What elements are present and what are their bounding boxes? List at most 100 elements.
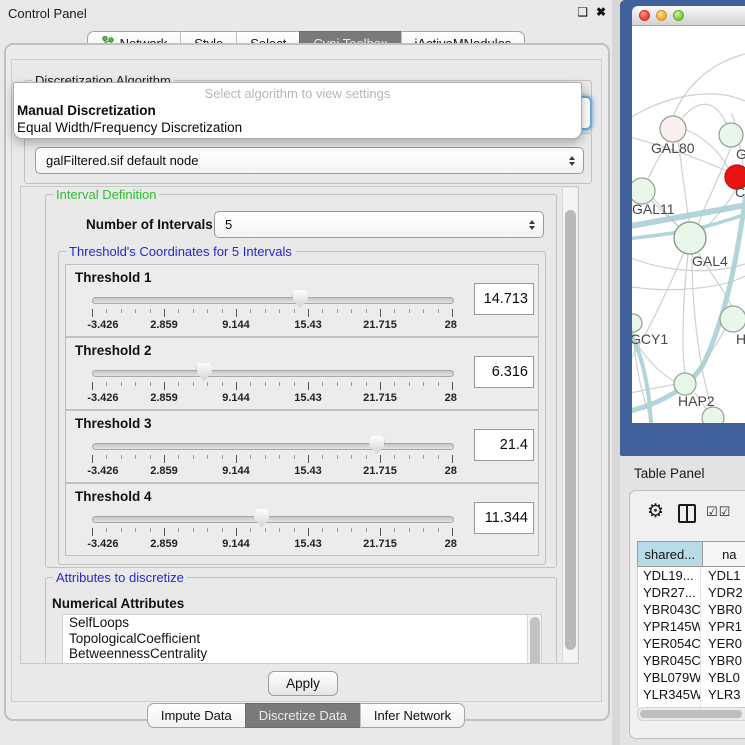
cell-shared-name: YER054C <box>638 636 701 651</box>
threshold-4-slider[interactable]: -3.4262.8599.14415.4321.71528 <box>92 508 452 552</box>
control-panel-title: Control Panel <box>8 6 87 21</box>
column-header-1[interactable]: shared... <box>637 541 703 567</box>
node-GAL4[interactable] <box>674 222 706 254</box>
attributes-group: Attributes to discretize Numerical Attri… <box>45 577 557 664</box>
window-zoom-light-icon[interactable] <box>673 10 684 21</box>
slider-ticks <box>92 453 452 462</box>
table-row[interactable]: YDR27...YDR2 <box>638 584 745 601</box>
attribute-item-topologicalcoefficient[interactable]: TopologicalCoefficient <box>63 631 541 647</box>
table-data-combo[interactable]: galFiltered.sif default node <box>35 147 584 174</box>
cell-name: YER0 <box>701 636 745 651</box>
attribute-item-selfloops[interactable]: SelfLoops <box>63 615 541 631</box>
node-label-GAL80: GAL80 <box>651 140 695 156</box>
window-close-light-icon[interactable] <box>639 10 650 21</box>
algorithm-option-manual-discretization[interactable]: Manual Discretization <box>17 103 156 118</box>
threshold-1-label: Threshold 1 <box>75 270 152 285</box>
thresholds-group-label: Threshold's Coordinates for 5 Intervals <box>66 244 295 259</box>
window-minimize-light-icon[interactable] <box>656 10 667 21</box>
gear-icon[interactable]: ⚙ <box>647 500 664 523</box>
interval-definition-group: Interval Definition Number of Intervals … <box>45 194 557 568</box>
cell-name: YPR1 <box>701 619 745 634</box>
slider-track[interactable] <box>92 443 454 450</box>
settings-vertical-scrollbar[interactable] <box>562 188 577 662</box>
slider-thumb[interactable] <box>369 436 384 454</box>
network-view-window: GAL80GACGAL11GAL4GCY1HHAP2 <box>620 0 745 456</box>
interval-definition-label: Interval Definition <box>53 187 159 202</box>
threshold-3-panel: Threshold 3 -3.4262.8599.14415.4321.71528… <box>65 410 539 483</box>
node-bottom-partial-node[interactable] <box>702 407 724 423</box>
cell-name: YBR0 <box>701 653 745 668</box>
settings-scrollpane: Interval Definition Number of Intervals … <box>20 186 579 664</box>
node-table-rows: YDL19...YDL1YDR27...YDR2YBR043CYBR0YPR14… <box>637 567 745 707</box>
number-of-intervals-value: 5 <box>225 217 232 232</box>
screenshot-stage: Control Panel ❑ ✖ NetworkStyleSelectCyni… <box>0 0 745 745</box>
apply-button[interactable]: Apply <box>268 671 338 696</box>
node-label-GCY1: GCY1 <box>632 331 668 347</box>
attribute-item-betweennesscentrality[interactable]: BetweennessCentrality <box>63 646 541 662</box>
table-row[interactable]: YPR145WYPR1 <box>638 618 745 635</box>
node-right-mid-node[interactable] <box>720 306 745 332</box>
tab-infer-network[interactable]: Infer Network <box>360 703 465 728</box>
table-row[interactable]: YER054CYER0 <box>638 635 745 652</box>
threshold-1-value[interactable]: 14.713 <box>474 283 534 315</box>
slider-track[interactable] <box>92 297 454 304</box>
table-row[interactable]: YDL19...YDL1 <box>638 567 745 584</box>
column-header-2[interactable]: na <box>703 541 745 567</box>
network-canvas[interactable]: GAL80GACGAL11GAL4GCY1HHAP2 <box>632 26 745 423</box>
network-nodes: GAL80GACGAL11GAL4GCY1HHAP2 <box>632 116 745 423</box>
node-GCY1[interactable] <box>632 314 642 332</box>
cell-shared-name: YBR043C <box>638 602 701 617</box>
threshold-2-value[interactable]: 6.316 <box>474 356 534 388</box>
checkbox-filter-icons[interactable]: ☑☑ <box>706 505 731 520</box>
node-GAL80[interactable] <box>660 116 686 142</box>
threshold-4-panel: Threshold 4-3.4262.8599.14415.4321.71528… <box>65 483 539 556</box>
algorithm-option-equal-width-frequency-discretization[interactable]: Equal Width/Frequency Discretization <box>17 120 242 135</box>
control-panel-titlebar: Control Panel ❑ ✖ <box>0 0 612 28</box>
threshold-1-panel: Threshold 1 -3.4262.8599.14415.4321.71528… <box>65 264 539 337</box>
table-row[interactable]: YBL079WYBL0 <box>638 669 745 686</box>
threshold-3-slider[interactable]: -3.4262.8599.14415.4321.71528 <box>92 435 452 479</box>
table-horizontal-scrollbar[interactable] <box>637 707 745 721</box>
threshold-2-slider[interactable]: -3.4262.8599.14415.4321.71528 <box>92 362 452 406</box>
split-table-icon[interactable] <box>678 504 696 523</box>
thresholds-group: Threshold's Coordinates for 5 Intervals … <box>58 251 546 565</box>
tab-discretize-data[interactable]: Discretize Data <box>245 703 360 728</box>
node-label-node-top-right: GA <box>736 146 745 162</box>
table-row[interactable]: YBR045CYBR0 <box>638 652 745 669</box>
cell-shared-name: YBR045C <box>638 653 701 668</box>
node-HAP2[interactable] <box>674 373 696 395</box>
table-scrollbar-thumb[interactable] <box>640 710 742 718</box>
slider-tick-labels: -3.4262.8599.14415.4321.71528 <box>92 465 452 477</box>
slider-thumb[interactable] <box>293 290 308 308</box>
cell-shared-name: YDR27... <box>638 585 701 600</box>
slider-track[interactable] <box>92 516 454 523</box>
cell-name: YBR0 <box>701 602 745 617</box>
number-of-intervals-combo[interactable]: 5 <box>214 211 544 238</box>
threshold-3-value[interactable]: 21.4 <box>474 429 534 461</box>
tab-label: Impute Data <box>161 708 232 723</box>
threshold-3-label: Threshold 3 <box>75 416 152 431</box>
attributes-list-scrollbar[interactable] <box>527 615 541 664</box>
float-window-icon[interactable]: ❑ <box>577 5 588 19</box>
tab-label: Infer Network <box>374 708 451 723</box>
slider-track[interactable] <box>92 370 454 377</box>
threshold-4-value[interactable]: 11.344 <box>474 502 534 534</box>
slider-thumb[interactable] <box>197 363 212 381</box>
cell-shared-name: YBL079W <box>638 670 701 685</box>
table-subwindow: ⚙ ☑☑ shared...na YDL19...YDL1YDR27...YDR… <box>629 490 745 739</box>
table-row[interactable]: YBR043CYBR0 <box>638 601 745 618</box>
tab-impute-data[interactable]: Impute Data <box>147 703 245 728</box>
node-node-top-right[interactable] <box>719 123 743 147</box>
bottom-tab-bar: Impute Data Discretize Data Infer Network <box>0 703 612 728</box>
table-row[interactable]: YLR345WYLR3 <box>638 686 745 703</box>
slider-ticks <box>92 307 452 316</box>
threshold-1-slider[interactable]: -3.4262.8599.14415.4321.71528 <box>92 289 452 333</box>
slider-tick-labels: -3.4262.8599.14415.4321.71528 <box>92 538 452 550</box>
slider-thumb[interactable] <box>254 509 269 527</box>
numerical-attributes-list[interactable]: SelfLoopsTopologicalCoefficientBetweenne… <box>62 614 542 664</box>
network-window-titlebar <box>632 6 745 26</box>
close-icon[interactable]: ✖ <box>596 5 606 19</box>
checkbox-icon: ☑ <box>706 505 719 520</box>
cell-shared-name: YPR145W <box>638 619 701 634</box>
threshold-2-label: Threshold 2 <box>75 343 152 358</box>
